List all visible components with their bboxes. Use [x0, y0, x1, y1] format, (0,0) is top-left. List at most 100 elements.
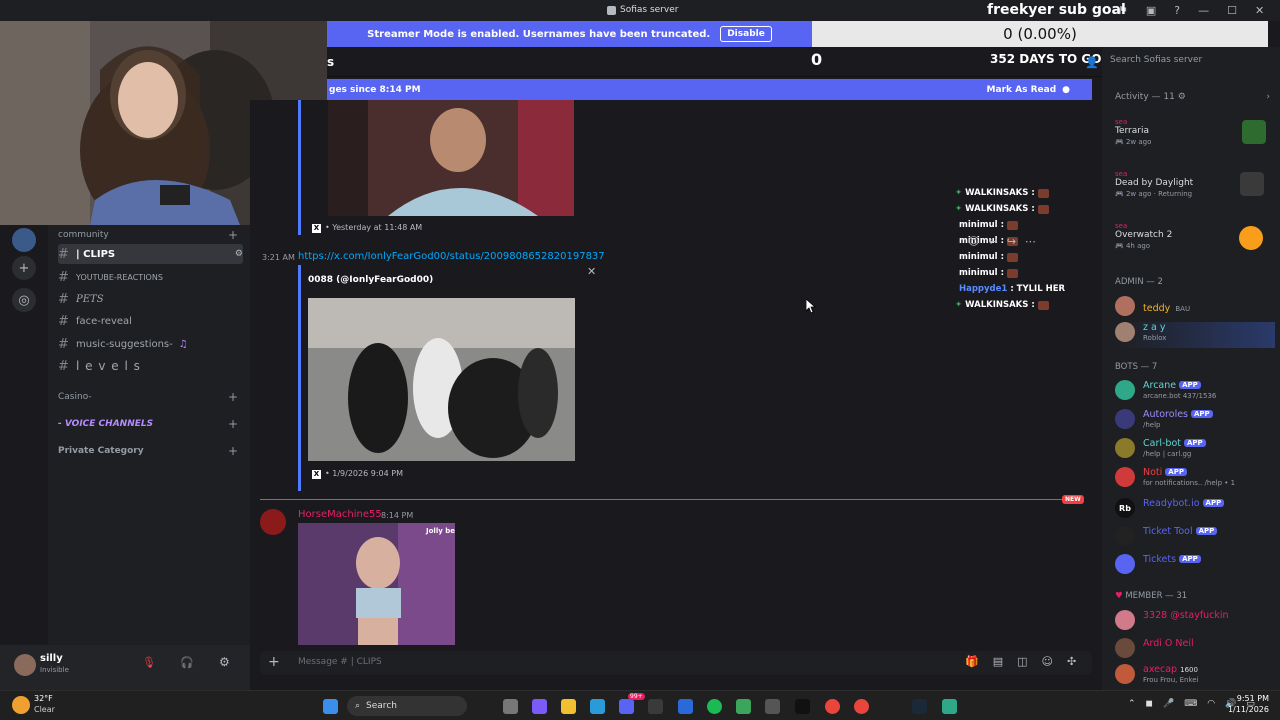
- maximize-icon[interactable]: ☐: [1227, 4, 1237, 17]
- avatar: [1115, 438, 1135, 458]
- message-composer[interactable]: + Message # | CLIPS 🎁 ▤ ◫ ☺ ✣: [260, 651, 1092, 675]
- activity-header[interactable]: Activity — 11 ⚙ ›: [1115, 92, 1270, 102]
- emoji-icon[interactable]: ☺: [1042, 655, 1053, 668]
- spotify-icon[interactable]: [707, 699, 722, 714]
- channel-face-reveal[interactable]: # face-reveal: [58, 311, 243, 331]
- wifi-icon[interactable]: ◠: [1207, 699, 1215, 709]
- close-icon[interactable]: ✕: [1255, 4, 1264, 17]
- member-item[interactable]: Rb Readybot.io APP: [1115, 498, 1275, 518]
- category-voice-channels[interactable]: - VOICE CHANNELS: [58, 419, 153, 429]
- member-list-icon[interactable]: 👤: [1085, 56, 1099, 69]
- message-input[interactable]: Message # | CLIPS: [298, 657, 382, 667]
- add-server-icon[interactable]: +: [12, 256, 36, 280]
- message-link[interactable]: https://x.com/IonlyFearGod00/status/2009…: [298, 251, 605, 262]
- add-channel-icon[interactable]: +: [228, 228, 238, 242]
- channel-pets[interactable]: # PETS: [58, 289, 243, 309]
- new-messages-bar[interactable]: ges since 8:14 PM Mark As Read ●: [327, 79, 1092, 100]
- channel-settings-icon[interactable]: ⚙: [235, 249, 243, 259]
- task-view-icon[interactable]: [503, 699, 518, 714]
- member-item[interactable]: Ardi O Neil: [1115, 638, 1275, 658]
- keyboard-icon[interactable]: ⌨: [1184, 699, 1197, 709]
- message-username[interactable]: HorseMachine55: [298, 509, 382, 520]
- member-item[interactable]: Autoroles APP/help: [1115, 409, 1275, 429]
- overwatch-icon: [1239, 226, 1263, 250]
- member-item[interactable]: Tickets APP: [1115, 554, 1275, 574]
- member-item[interactable]: 3328 @stayfuckin: [1115, 610, 1275, 630]
- member-item[interactable]: teddy BAU: [1115, 296, 1275, 316]
- message-image[interactable]: Jolly be: [298, 523, 455, 645]
- member-item[interactable]: Noti APP for notifications.. /help • 1: [1115, 467, 1275, 487]
- embed-close-icon[interactable]: ✕: [587, 265, 596, 278]
- copilot-icon[interactable]: [532, 699, 547, 714]
- attach-plus-icon[interactable]: +: [268, 654, 280, 670]
- embed-video-thumbnail[interactable]: [328, 100, 574, 216]
- mute-microphone-icon[interactable]: 🎙: [142, 656, 156, 669]
- channel-music-suggestions[interactable]: # music-suggestions- ♫: [58, 334, 243, 354]
- add-channel-icon[interactable]: +: [228, 417, 238, 431]
- headphones-icon[interactable]: 🎧: [180, 656, 194, 669]
- minimize-icon[interactable]: —: [1198, 4, 1209, 17]
- channel-youtube-reactions[interactable]: # YOUTUBE-REACTIONS: [58, 267, 243, 287]
- discord-icon[interactable]: [619, 699, 634, 714]
- member-item[interactable]: axecap 1600 Frou Frou, Enkei: [1115, 664, 1275, 684]
- activity-item[interactable]: sea Dead by Daylight 🎮 2w ago · Returnin…: [1115, 170, 1193, 198]
- mail-icon[interactable]: [678, 699, 693, 714]
- channel-clips[interactable]: # | CLIPS ⚙: [58, 244, 243, 264]
- new-messages-text: ges since 8:14 PM: [329, 84, 421, 95]
- microphone-icon[interactable]: 🎤: [1163, 699, 1174, 709]
- file-explorer-icon[interactable]: [561, 699, 576, 714]
- category-private[interactable]: Private Category: [58, 446, 144, 456]
- clock-time[interactable]: 9:51 PM: [1235, 694, 1269, 703]
- member-item[interactable]: Arcane APP arcane.bot 437/1536: [1115, 380, 1275, 400]
- reply-icon[interactable]: ↩: [988, 235, 997, 248]
- avatar[interactable]: [14, 654, 36, 676]
- screen-share-icon[interactable]: ▣: [1146, 4, 1156, 17]
- member-item[interactable]: Carl-bot APP/help | carl.gg: [1115, 438, 1275, 458]
- apps-icon[interactable]: ✣: [1067, 655, 1076, 668]
- edge-icon[interactable]: [590, 699, 605, 714]
- tiktok-icon[interactable]: [795, 699, 810, 714]
- chrome-profile-icon[interactable]: [854, 699, 869, 714]
- obs-icon[interactable]: [765, 699, 780, 714]
- member-item[interactable]: Ticket Tool APP: [1115, 526, 1275, 546]
- start-icon[interactable]: [323, 699, 338, 714]
- channel-levels[interactable]: # l e v e l s: [58, 356, 243, 376]
- sticker-icon[interactable]: ◫: [1017, 655, 1027, 668]
- category-community[interactable]: community: [58, 230, 109, 240]
- user-settings-icon[interactable]: ⚙: [219, 655, 230, 669]
- more-icon[interactable]: ⋯: [1025, 235, 1036, 248]
- forward-icon[interactable]: ↪: [1007, 235, 1016, 248]
- member-item[interactable]: z a y Roblox: [1115, 322, 1275, 348]
- clock-date[interactable]: 1/11/2026: [1225, 705, 1269, 714]
- gift-icon[interactable]: 🎁: [965, 655, 979, 668]
- store-icon[interactable]: [648, 699, 663, 714]
- avatar[interactable]: [260, 509, 286, 535]
- embed-video-thumbnail[interactable]: [308, 298, 575, 461]
- server-icon-sofias[interactable]: [12, 228, 36, 252]
- activity-item[interactable]: sea Overwatch 2 🎮 4h ago: [1115, 222, 1172, 250]
- embed-author[interactable]: 0088 (@IonlyFearGod00): [308, 275, 433, 285]
- disable-streamer-mode-button[interactable]: Disable: [720, 26, 772, 42]
- add-channel-icon[interactable]: +: [228, 444, 238, 458]
- app-icon[interactable]: [736, 699, 751, 714]
- app-icon-2[interactable]: [942, 699, 957, 714]
- taskbar-search[interactable]: ⌕ Search: [347, 696, 467, 716]
- add-channel-icon[interactable]: +: [228, 390, 238, 404]
- bots-group-header: BOTS — 7: [1115, 362, 1158, 372]
- help-icon[interactable]: ?: [1174, 4, 1180, 17]
- steam-icon[interactable]: [912, 699, 927, 714]
- category-casino[interactable]: Casino-: [58, 392, 92, 402]
- chevron-up-icon[interactable]: ⌃: [1128, 699, 1136, 709]
- gif-icon[interactable]: ▤: [993, 655, 1003, 668]
- activity-item[interactable]: sea Terraria 🎮 2w ago: [1115, 118, 1151, 146]
- chevron-right-icon[interactable]: ›: [1266, 92, 1270, 102]
- chrome-icon[interactable]: [825, 699, 840, 714]
- search-input[interactable]: Search Sofias server: [1110, 55, 1242, 71]
- tray-app-icon[interactable]: ◼: [1146, 699, 1153, 709]
- streamer-mode-banner: Streamer Mode is enabled. Usernames have…: [327, 21, 812, 47]
- mark-as-read-button[interactable]: Mark As Read: [987, 85, 1057, 95]
- weather-icon[interactable]: [12, 696, 30, 714]
- discover-icon[interactable]: ◎: [12, 288, 36, 312]
- username: silly: [40, 653, 63, 664]
- add-reaction-icon[interactable]: ☺: [968, 235, 979, 248]
